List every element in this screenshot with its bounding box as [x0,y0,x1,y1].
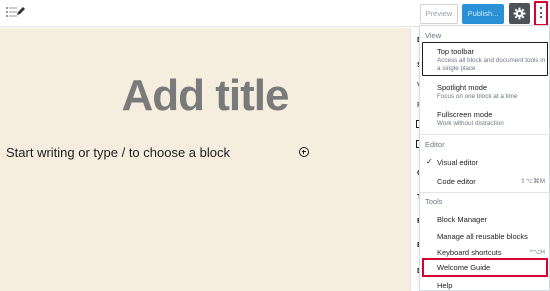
more-options-button[interactable] [534,1,548,26]
menu-item-label: Help [437,281,453,290]
menu-item-help[interactable]: Help [420,279,549,291]
menu-item-code-editor[interactable]: Code editor ⇧⌥⌘M [420,174,549,190]
menu-item-label: Block Manager [437,215,488,224]
menu-section-editor: Editor [425,140,445,149]
menu-item-shortcut: ^⌥H [529,249,545,256]
menu-item-label: Welcome Guide [437,263,491,272]
menu-item-visual-editor[interactable]: ✓ Visual editor [420,154,549,170]
top-toolbar: Preview Publish... [0,0,550,27]
menu-item-label: Spotlight mode [437,83,488,92]
post-title-input[interactable]: Add title [0,71,410,121]
menu-item-description: Work without distraction [437,120,504,127]
menu-item-label: Top toolbar [437,47,475,56]
menu-item-label: Code editor [437,177,476,186]
menu-section-tools: Tools [425,197,443,206]
publish-button[interactable]: Publish... [462,4,504,24]
editor-canvas[interactable]: Add title Start writing or type / to cho… [0,28,410,291]
edit-icon[interactable] [14,5,28,21]
menu-item-shortcut: ⇧⌥⌘M [520,178,545,185]
preview-button[interactable]: Preview [420,4,458,24]
menu-item-welcome-guide[interactable]: Welcome Guide [420,260,549,276]
settings-button[interactable] [509,3,530,24]
menu-item-label: Visual editor [437,158,479,167]
add-block-icon[interactable] [299,147,309,157]
more-options-menu: View Top toolbar Access all block and do… [419,25,550,291]
menu-section-view: View [425,31,442,40]
checkmark-icon: ✓ [426,157,433,166]
gear-icon [513,7,526,20]
menu-item-description: Focus on one block at a time [437,93,518,100]
menu-item-label: Manage all reusable blocks [437,232,528,241]
block-placeholder[interactable]: Start writing or type / to choose a bloc… [6,145,230,160]
more-vertical-icon [540,7,542,20]
menu-item-label: Keyboard shortcuts [437,248,502,257]
menu-item-manage-reusable-blocks[interactable]: Manage all reusable blocks [420,229,549,245]
menu-item-description: Access all block and document tools in a… [437,57,546,72]
menu-divider [420,134,549,135]
menu-divider [420,192,549,193]
menu-item-block-manager[interactable]: Block Manager [420,212,549,228]
menu-item-label: Fullscreen mode [437,110,493,119]
